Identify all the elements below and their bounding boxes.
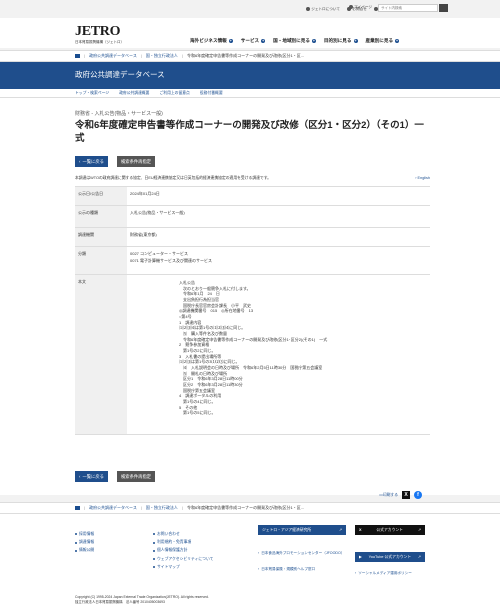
footer-link-privacy[interactable]: 個人情報保護方針: [153, 548, 213, 553]
chevron-right-icon: ›: [258, 567, 260, 571]
subnav-top-search[interactable]: トップ・検索ページ: [75, 91, 109, 96]
external-link-icon: ↗: [338, 527, 342, 532]
search-condition-button[interactable]: 検索条件再指定: [117, 156, 156, 167]
breadcrumb-current: 令和6年度確定申告書等作成コーナーの開発及び改修(区分1・区...: [186, 505, 305, 511]
nav-by-region[interactable]: 国・地域別に見る +: [273, 38, 316, 44]
subnav-notes[interactable]: ご利用上の留意点: [159, 91, 189, 96]
chevron-right-icon: ›: [258, 551, 260, 555]
footer-link-procurement[interactable]: 調達情報: [75, 540, 94, 545]
mypage-link[interactable]: マイページ: [348, 5, 372, 10]
table-row: 分類 0027 コンピューター・サービス 0071 電子計算機サービス及び関連のサー…: [75, 246, 430, 275]
notice-category: 財務省 - 入札公告(物品・サービス一般): [75, 111, 163, 117]
x-logo-icon: X: [359, 527, 362, 532]
table-row: 本文 入札公告 次のとおり一般競争入札に付します。 令和6年1月 24 日 支出…: [75, 273, 430, 436]
back-to-list-button-bottom[interactable]: ‹ 一覧に戻る: [75, 471, 108, 482]
footer-col-2: お問い合わせ 利用規約・免責事項 個人情報保護方針 ウェブアクセシビリティについ…: [153, 532, 213, 573]
subnav-overview[interactable]: 政府公共調達概要: [119, 91, 149, 96]
jfoodo-link[interactable]: › 日本食品海外プロモーションセンター（JFOODO）: [258, 551, 348, 556]
chevron-left-icon: ‹: [79, 158, 81, 164]
footer-link-contact[interactable]: お問い合わせ: [153, 532, 213, 537]
plus-icon: +: [311, 38, 316, 43]
banner-title: 政府公共調達データベース: [75, 70, 165, 79]
breadcrumb-agency[interactable]: 国・独立行政法人: [146, 505, 178, 510]
x-official-button[interactable]: X 公式アカウント ↗: [355, 525, 425, 535]
footer-link-accessibility[interactable]: ウェブアクセシビリティについて: [153, 557, 213, 562]
external-link-icon: ↗: [417, 527, 421, 532]
breadcrumb-db[interactable]: 政府公共調達データベース: [89, 53, 137, 58]
back-to-list-button[interactable]: ‹ 一覧に戻る: [75, 156, 108, 167]
plus-icon: +: [228, 38, 233, 43]
chevron-right-icon: ›: [415, 176, 417, 180]
user-icon: [348, 5, 353, 10]
home-icon[interactable]: [75, 54, 80, 58]
nexi-link[interactable]: › 日本貿易保険・規模別ヘルプ窓口: [258, 567, 315, 572]
table-row: 公示日/公告日 2024年01月24日: [75, 186, 430, 206]
home-icon[interactable]: [75, 506, 80, 510]
footer-link-terms[interactable]: 利用規約・免責事項: [153, 540, 213, 545]
main-content: 財務省 - 入札公告(物品・サービス一般) 令和6年度確定申告書等作成コーナーの…: [0, 98, 500, 499]
notice-table: 公示日/公告日 2024年01月24日 公示の種類 入札公告(物品・サービス一般) …: [75, 186, 430, 436]
youtube-official-button[interactable]: ▶ YouTube 公式アカウント ↗: [355, 552, 425, 562]
copyright: Copyright (C) 1995-2024 Japan External T…: [75, 595, 209, 605]
social-policy-link[interactable]: › ソーシャルメディア運用ポリシー: [355, 571, 412, 576]
external-link-icon: ↗: [417, 554, 421, 559]
wto-note: 本調達はWTOの政府調達に関する協定、日EU経済連携協定又は日英包括的経済連携協…: [75, 176, 271, 180]
table-row: 調達機関 財務省(東京都): [75, 227, 430, 247]
search-condition-button-bottom[interactable]: 検索条件再指定: [117, 471, 156, 482]
facebook-share-icon[interactable]: f: [414, 491, 422, 499]
nav-by-industry[interactable]: 産業別に見る +: [366, 38, 400, 44]
plus-icon: +: [395, 38, 400, 43]
search-button[interactable]: [439, 4, 448, 12]
footer-link-recruit[interactable]: 採用情報: [75, 532, 94, 537]
section-banner: 政府公共調達データベース: [0, 62, 500, 89]
subnav-numbering[interactable]: 役務付番概要: [200, 91, 223, 96]
x-share-icon[interactable]: X: [402, 491, 410, 499]
plus-icon: +: [353, 38, 358, 43]
print-link[interactable]: ▭印刷する: [379, 493, 398, 498]
breadcrumb-agency[interactable]: 国・独立行政法人: [146, 53, 178, 58]
footer-col-1: 採用情報 調達情報 情報公開: [75, 532, 94, 557]
site-footer: 採用情報 調達情報 情報公開 お問い合わせ 利用規約・免責事項 個人情報保護方針…: [0, 514, 500, 614]
nav-services[interactable]: サービス +: [241, 38, 266, 44]
share-bar: ▭印刷する X f: [379, 491, 422, 499]
chevron-left-icon: ‹: [79, 473, 81, 479]
search-input[interactable]: サイト内検索: [378, 4, 438, 12]
chevron-right-icon: ›: [355, 571, 357, 575]
ide-jetro-button[interactable]: ジェトロ・アジア経済研究所 ↗: [258, 525, 346, 535]
nav-overseas-business[interactable]: 海外ビジネス情報 +: [190, 38, 233, 44]
breadcrumb-bottom: | 政府公共調達データベース | 国・独立行政法人 | 令和6年度確定申告書等作…: [0, 502, 500, 514]
footer-link-disclosure[interactable]: 情報公開: [75, 548, 94, 553]
sub-nav: トップ・検索ページ 政府公共調達概要 ご利用上の留意点 役務付番概要: [0, 89, 500, 98]
page-title: 令和6年度確定申告書等作成コーナーの開発及び改修（区分1・区分2）（その1）一式: [75, 120, 424, 144]
english-link[interactable]: › English: [415, 176, 430, 181]
footer-link-sitemap[interactable]: サイトマップ: [153, 565, 213, 570]
breadcrumb: | 政府公共調達データベース | 国・独立行政法人 | 令和6年度確定申告書等作…: [0, 50, 500, 62]
notice-body: 入札公告 次のとおり一般競争入札に付します。 令和6年1月 24 日 支出負担行…: [179, 280, 427, 416]
breadcrumb-current: 令和6年度確定申告書等作成コーナーの開発及び改修(区分1・区...: [186, 53, 305, 59]
youtube-icon: ▶: [359, 554, 362, 559]
global-nav: 海外ビジネス情報 + サービス + 国・地域別に見る + 目的別に見る + 産業別に見る…: [190, 38, 400, 44]
breadcrumb-db[interactable]: 政府公共調達データベース: [89, 505, 137, 510]
nav-by-purpose[interactable]: 目的別に見る +: [324, 38, 358, 44]
plus-icon: +: [261, 38, 266, 43]
notice-body-line: 第1号の5に同じ。: [179, 410, 216, 416]
site-header: JETRO 日本貿易振興機構（ジェトロ） 海外ビジネス情報 + サービス + 国・地…: [0, 18, 500, 48]
table-row: 公示の種類 入札公告(物品・サービス一般): [75, 205, 430, 228]
jetro-logo[interactable]: JETRO 日本貿易振興機構（ジェトロ）: [75, 23, 124, 45]
